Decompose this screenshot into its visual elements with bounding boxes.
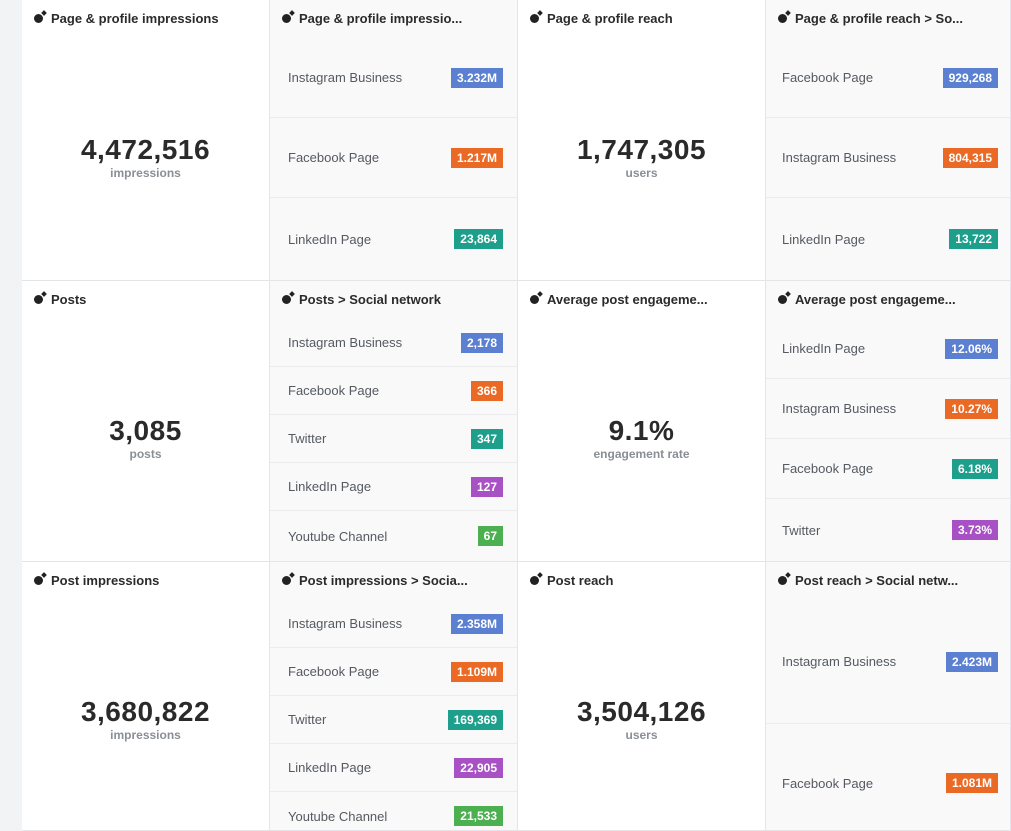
value-badge: 23,864 <box>454 229 503 249</box>
page-profile-reach-by-network-card[interactable]: Page & profile reach > So... Facebook Pa… <box>766 0 1011 281</box>
list-item: Instagram Business 2.423M <box>766 600 1010 724</box>
value-badge: 3.232M <box>450 67 503 88</box>
list-item: Facebook Page 929,268 <box>766 38 1010 118</box>
list-item: Twitter 169,369 <box>270 696 517 744</box>
post-impressions-by-network-card[interactable]: Post impressions > Socia... Instagram Bu… <box>270 562 518 831</box>
post-impressions-card[interactable]: Post impressions 3,680,822 impressions <box>22 562 270 831</box>
value-badge: 10.27% <box>945 398 998 419</box>
pin-icon <box>34 14 43 23</box>
list-item: Youtube Channel 67 <box>270 511 517 561</box>
list-item: Facebook Page 1.217M <box>270 118 517 198</box>
list-item: Instagram Business 2.358M <box>270 600 517 648</box>
metric-value: 1,747,305 users <box>576 134 707 180</box>
pin-icon <box>34 295 43 304</box>
value-badge: 127 <box>470 476 503 497</box>
list-item: LinkedIn Page 12.06% <box>766 319 1010 379</box>
metric-value: 9.1% engagement rate <box>593 415 690 461</box>
list-item: Facebook Page 6.18% <box>766 439 1010 499</box>
list-item: Facebook Page 1.109M <box>270 648 517 696</box>
value-badge: 12.06% <box>945 338 998 359</box>
value-badge: 929,268 <box>942 67 998 88</box>
card-title: Post impressions <box>34 573 259 588</box>
post-reach-by-network-card[interactable]: Post reach > Social netw... Instagram Bu… <box>766 562 1011 831</box>
pin-icon <box>530 295 539 304</box>
value-badge: 1.217M <box>450 147 503 168</box>
value-badge: 1.109M <box>450 661 503 682</box>
metric-value: 4,472,516 impressions <box>80 134 211 180</box>
value-badge: 21,533 <box>454 806 503 826</box>
pin-icon <box>34 576 43 585</box>
list-item: Facebook Page 1.081M <box>766 724 1010 830</box>
value-badge: 22,905 <box>454 757 503 778</box>
value-badge: 2.423M <box>945 651 998 672</box>
list-item: Twitter 3.73% <box>766 499 1010 561</box>
list-item: Twitter 347 <box>270 415 517 463</box>
list-item: LinkedIn Page 23,864 <box>270 198 517 280</box>
page-profile-reach-card[interactable]: Page & profile reach 1,747,305 users <box>518 0 766 281</box>
pin-icon <box>530 576 539 585</box>
metric-value: 3,085 posts <box>109 415 182 461</box>
value-badge: 347 <box>470 428 503 449</box>
list-item: LinkedIn Page 127 <box>270 463 517 511</box>
value-badge: 1.081M <box>945 773 998 793</box>
average-engagement-by-network-card[interactable]: Average post engageme... LinkedIn Page 1… <box>766 281 1011 562</box>
value-badge: 2,178 <box>460 332 503 353</box>
value-badge: 6.18% <box>951 458 998 479</box>
pin-icon <box>530 14 539 23</box>
list-item: Facebook Page 366 <box>270 367 517 415</box>
card-title: Average post engageme... <box>530 292 755 307</box>
list-item: Instagram Business 3.232M <box>270 38 517 118</box>
value-badge: 169,369 <box>447 709 503 730</box>
card-title: Post reach <box>530 573 755 588</box>
page-profile-impressions-card[interactable]: Page & profile impressions 4,472,516 imp… <box>22 0 270 281</box>
list-item: Youtube Channel 21,533 <box>270 792 517 830</box>
page-profile-impressions-by-network-card[interactable]: Page & profile impressio... Instagram Bu… <box>270 0 518 281</box>
list-item: Instagram Business 2,178 <box>270 319 517 367</box>
card-title: Page & profile reach <box>530 11 755 26</box>
value-badge: 2.358M <box>450 613 503 634</box>
dashboard-grid: Page & profile impressions 4,472,516 imp… <box>22 0 1011 831</box>
posts-card[interactable]: Posts 3,085 posts <box>22 281 270 562</box>
card-title: Page & profile impressions <box>34 11 259 26</box>
list-item: LinkedIn Page 22,905 <box>270 744 517 792</box>
card-title: Posts <box>34 292 259 307</box>
average-engagement-card[interactable]: Average post engageme... 9.1% engagement… <box>518 281 766 562</box>
value-badge: 67 <box>477 526 503 546</box>
list-item: LinkedIn Page 13,722 <box>766 198 1010 280</box>
post-reach-card[interactable]: Post reach 3,504,126 users <box>518 562 766 831</box>
posts-by-network-card[interactable]: Posts > Social network Instagram Busines… <box>270 281 518 562</box>
value-badge: 13,722 <box>949 229 998 249</box>
value-badge: 3.73% <box>951 520 998 540</box>
list-item: Instagram Business 804,315 <box>766 118 1010 198</box>
value-badge: 804,315 <box>942 147 998 168</box>
list-item: Instagram Business 10.27% <box>766 379 1010 439</box>
metric-value: 3,680,822 impressions <box>80 696 211 742</box>
value-badge: 366 <box>470 380 503 401</box>
metric-value: 3,504,126 users <box>576 696 707 742</box>
